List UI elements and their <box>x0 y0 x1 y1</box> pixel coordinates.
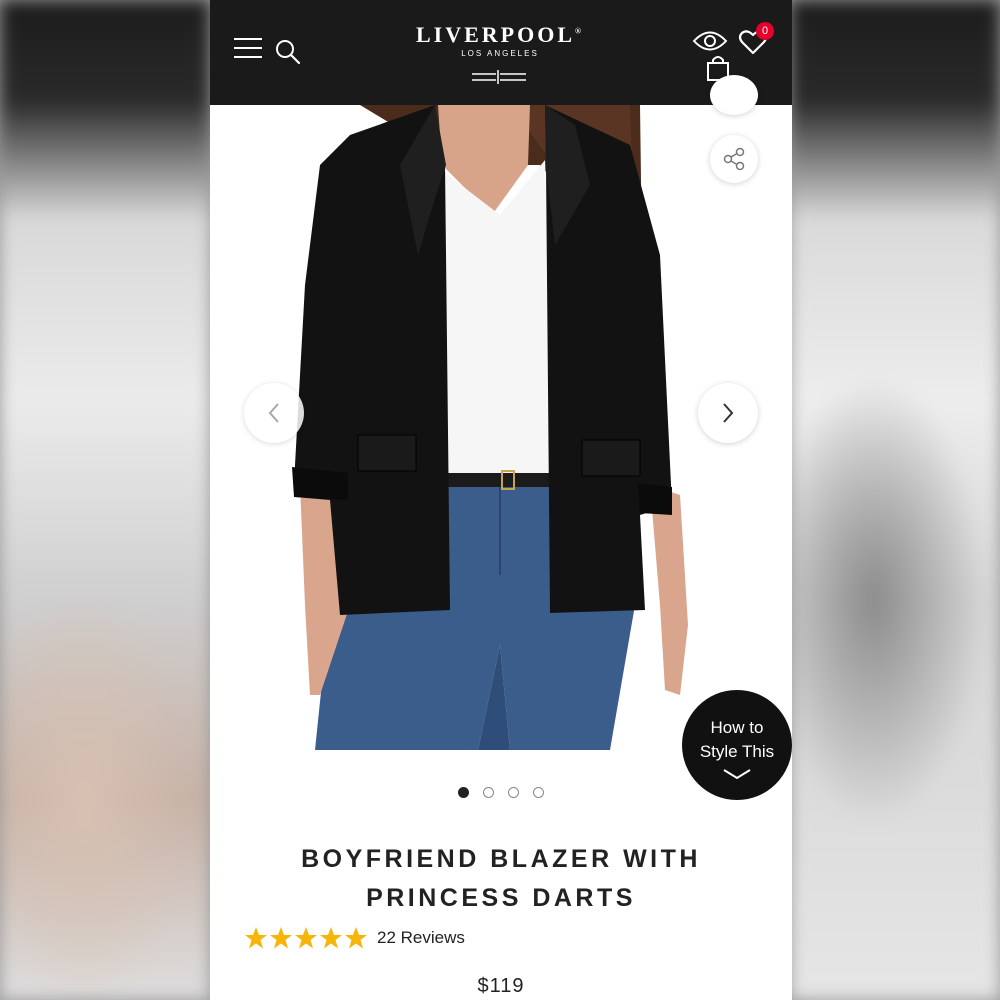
star-icon <box>295 927 317 949</box>
pagination-dot-4[interactable] <box>533 787 544 798</box>
product-rating[interactable]: 22 Reviews <box>244 924 465 952</box>
product-price: $119 <box>477 975 525 997</box>
registered-mark: ® <box>575 26 584 36</box>
product-title-line2: PRINCESS DARTS <box>366 884 636 912</box>
reviews-link[interactable]: 22 Reviews <box>377 928 465 948</box>
pagination-dot-3[interactable] <box>508 787 519 798</box>
share-button[interactable] <box>710 135 758 183</box>
wishlist-toggle-button[interactable] <box>710 75 758 115</box>
menu-icon[interactable] <box>234 38 262 60</box>
star-icon <box>245 927 267 949</box>
brand-logo[interactable]: LIVERPOOL® LOS ANGELES <box>360 22 640 58</box>
site-header: LIVERPOOL® LOS ANGELES 0 <box>210 0 792 105</box>
product-page: LIVERPOOL® LOS ANGELES 0 How to Style Th… <box>210 0 792 1000</box>
product-title-line1: BOYFRIEND BLAZER WITH <box>301 845 701 873</box>
product-title: BOYFRIEND BLAZER WITH PRINCESS DARTS <box>230 840 772 918</box>
pagination-dot-2[interactable] <box>483 787 494 798</box>
blurred-backdrop-right <box>790 0 1000 1000</box>
product-image-gallery[interactable] <box>210 75 792 755</box>
eye-icon[interactable] <box>692 28 728 54</box>
logo-mark-icon <box>472 70 526 84</box>
pagination-dot-1[interactable] <box>458 787 469 798</box>
share-icon <box>723 147 745 171</box>
star-icon <box>345 927 367 949</box>
previous-image-button[interactable] <box>244 383 304 443</box>
style-this-line2: Style This <box>699 742 775 761</box>
brand-subtitle: LOS ANGELES <box>461 49 539 58</box>
search-icon[interactable] <box>274 38 302 66</box>
cart-count-badge: 0 <box>756 22 774 40</box>
star-icon <box>320 927 342 949</box>
chevron-right-icon <box>723 403 734 423</box>
style-this-line1: How to <box>710 718 764 737</box>
blurred-backdrop-left <box>0 0 210 1000</box>
how-to-style-this-button[interactable]: How to Style This <box>682 690 792 800</box>
brand-name: LIVERPOOL <box>415 22 576 47</box>
chevron-down-icon <box>723 769 751 780</box>
chevron-left-icon <box>268 403 279 423</box>
next-image-button[interactable] <box>698 383 758 443</box>
star-icon <box>270 927 292 949</box>
